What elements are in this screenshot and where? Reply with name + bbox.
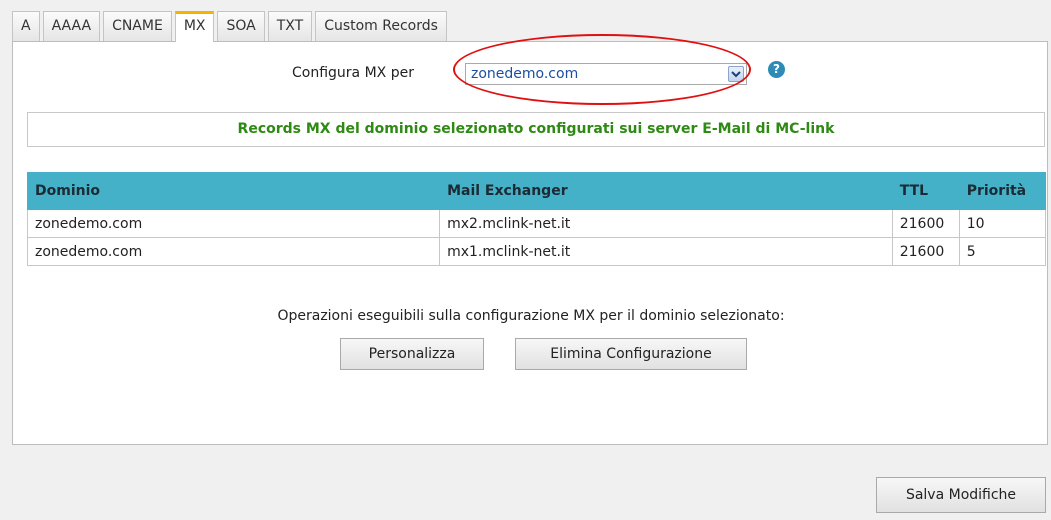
cell-exchanger: mx2.mclink-net.it <box>439 209 893 238</box>
cell-priority: 10 <box>958 209 1047 238</box>
chevron-down-icon <box>728 66 744 82</box>
customize-button[interactable]: Personalizza <box>340 338 484 370</box>
tab-cname[interactable]: CNAME <box>103 11 172 41</box>
table-header-row: Dominio Mail Exchanger TTL Priorità <box>26 172 1047 210</box>
mx-notice: Records MX del dominio selezionato confi… <box>27 112 1045 147</box>
record-type-tabs: A AAAA CNAME MX SOA TXT Custom Records <box>12 11 450 42</box>
cell-ttl: 21600 <box>891 237 960 266</box>
tab-a[interactable]: A <box>12 11 40 41</box>
tab-soa[interactable]: SOA <box>217 11 265 41</box>
mx-records-table: Dominio Mail Exchanger TTL Priorità zone… <box>26 172 1047 266</box>
mx-panel: Configura MX per zonedemo.com ? Records … <box>12 34 1048 445</box>
column-header-priority: Priorità <box>958 172 1047 210</box>
tab-aaaa[interactable]: AAAA <box>42 11 101 41</box>
column-header-domain: Dominio <box>26 172 441 210</box>
cell-domain: zonedemo.com <box>26 209 441 238</box>
cell-priority: 5 <box>958 237 1047 266</box>
tab-txt[interactable]: TXT <box>267 11 313 41</box>
cell-domain: zonedemo.com <box>26 237 441 266</box>
table-row: zonedemo.com mx1.mclink-net.it 21600 5 <box>26 237 1047 266</box>
tab-mx[interactable]: MX <box>174 11 215 42</box>
configure-mx-label: Configura MX per <box>292 65 414 81</box>
domain-select[interactable]: zonedemo.com <box>465 63 747 85</box>
column-header-ttl: TTL <box>891 172 960 210</box>
column-header-exchanger: Mail Exchanger <box>439 172 893 210</box>
delete-configuration-button[interactable]: Elimina Configurazione <box>515 338 747 370</box>
tab-custom-records[interactable]: Custom Records <box>315 11 447 41</box>
cell-ttl: 21600 <box>891 209 960 238</box>
table-row: zonedemo.com mx2.mclink-net.it 21600 10 <box>26 209 1047 238</box>
domain-select-value: zonedemo.com <box>471 66 579 82</box>
save-changes-button[interactable]: Salva Modifiche <box>876 477 1046 513</box>
cell-exchanger: mx1.mclink-net.it <box>439 237 893 266</box>
help-icon[interactable]: ? <box>768 61 785 78</box>
operations-label: Operazioni eseguibili sulla configurazio… <box>277 308 785 324</box>
